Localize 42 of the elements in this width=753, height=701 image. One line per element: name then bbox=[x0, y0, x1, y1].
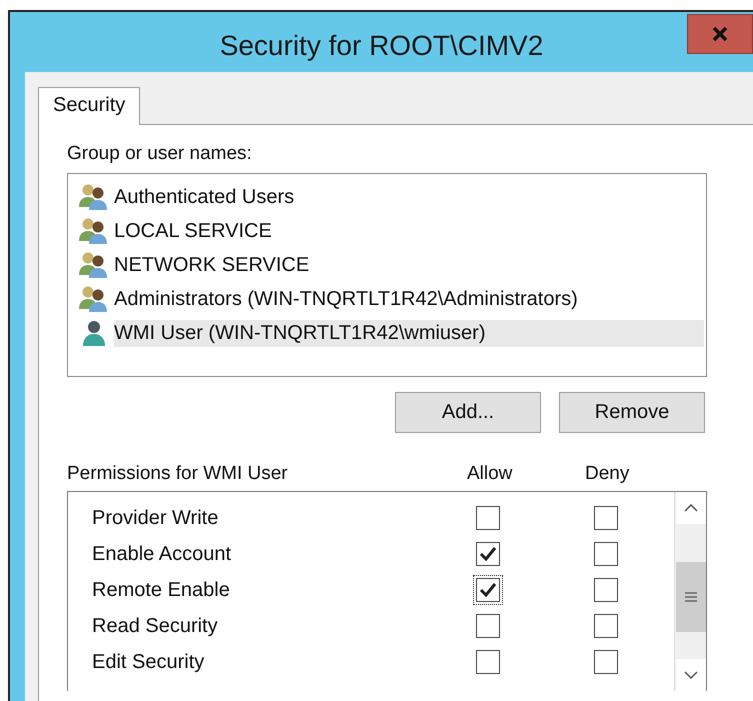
chevron-down-icon bbox=[684, 671, 698, 679]
checkbox[interactable] bbox=[591, 647, 621, 677]
checkbox[interactable] bbox=[591, 575, 621, 605]
dialog-button[interactable]: Remove bbox=[559, 392, 705, 433]
user-list-item[interactable]: NETWORK SERVICE bbox=[70, 248, 704, 282]
grip-icon bbox=[684, 592, 696, 602]
checkbox[interactable] bbox=[591, 611, 621, 641]
scroll-up-button[interactable] bbox=[676, 492, 706, 524]
user-group-icon bbox=[78, 251, 110, 279]
scroll-down-button[interactable] bbox=[676, 659, 706, 691]
users-label: Group or user names: bbox=[67, 143, 253, 165]
chevron-up-icon bbox=[684, 504, 698, 512]
close-icon bbox=[712, 26, 728, 42]
permission-name: Remote Enable bbox=[91, 578, 231, 602]
checkbox[interactable] bbox=[591, 503, 621, 533]
column-header: Allow bbox=[467, 463, 514, 485]
permission-name: Enable Account bbox=[91, 542, 232, 566]
user-list-item[interactable]: Administrators (WIN-TNQRTLT1R42\Administrators) bbox=[70, 282, 704, 316]
user-list-item[interactable]: Authenticated Users bbox=[70, 180, 704, 214]
checkmark-icon bbox=[479, 546, 497, 562]
checkbox[interactable] bbox=[591, 539, 621, 569]
checkbox[interactable] bbox=[473, 611, 503, 641]
checkbox[interactable] bbox=[473, 647, 503, 677]
permission-name: Provider Write bbox=[91, 506, 220, 530]
close-button[interactable] bbox=[687, 14, 753, 54]
scrollbar[interactable] bbox=[674, 492, 706, 691]
scroll-thumb[interactable] bbox=[676, 562, 706, 632]
window-title: Security for ROOT\CIMV2 bbox=[218, 29, 544, 62]
checkbox[interactable] bbox=[473, 503, 503, 533]
checkbox[interactable] bbox=[473, 575, 503, 605]
checkmark-icon bbox=[479, 582, 497, 598]
permission-name: Edit Security bbox=[91, 650, 206, 674]
tab[interactable]: Security bbox=[38, 87, 140, 125]
user-group-icon bbox=[78, 217, 110, 245]
dialog-button[interactable]: Add... bbox=[395, 392, 541, 433]
permission-name: Read Security bbox=[91, 614, 219, 638]
checkbox[interactable] bbox=[473, 539, 503, 569]
user-group-icon bbox=[78, 285, 110, 313]
user-group-icon bbox=[78, 183, 110, 211]
user-list-item[interactable]: LOCAL SERVICE bbox=[70, 214, 704, 248]
column-header: Deny bbox=[585, 463, 630, 485]
permissions-label: Permissions for WMI User bbox=[67, 463, 289, 485]
